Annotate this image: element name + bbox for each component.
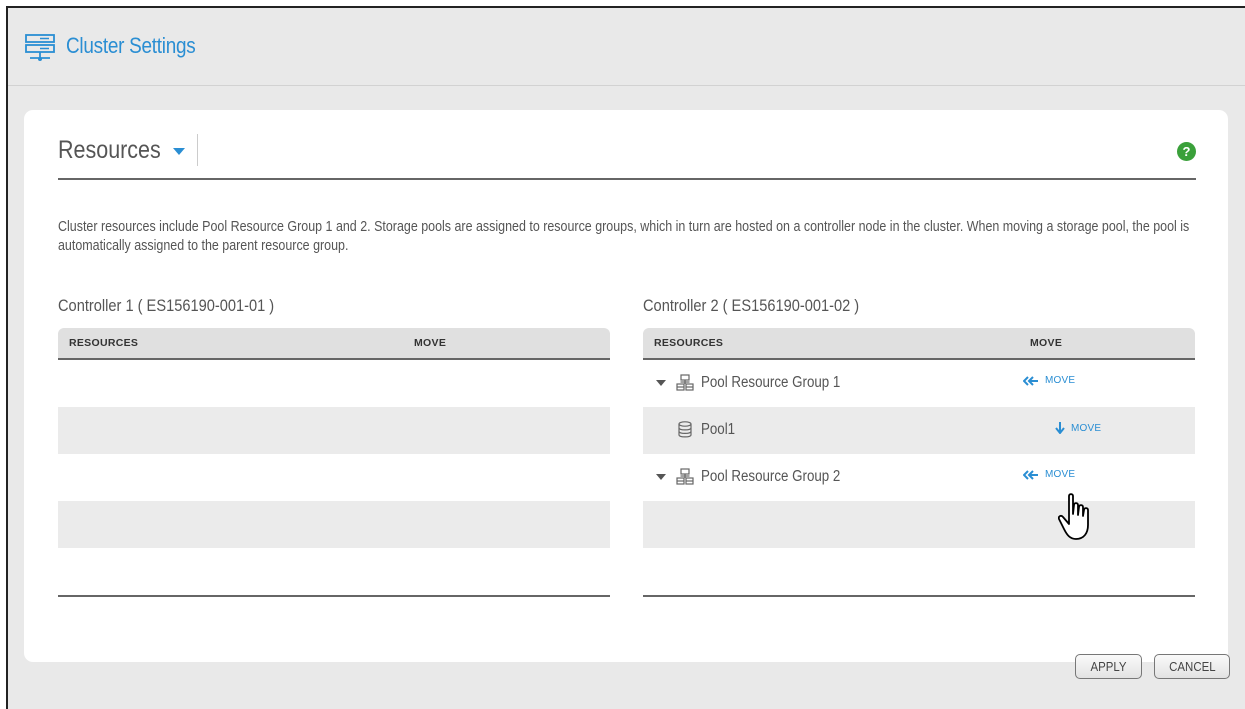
resources-header: Resources ? xyxy=(58,130,1196,180)
resources-card: Resources ? Cluster resources include Po… xyxy=(24,110,1228,662)
controller-title: Controller 1 ( ES156190-001-01 ) xyxy=(58,296,275,315)
table-row xyxy=(58,454,610,501)
header-divider xyxy=(197,134,198,166)
table-row xyxy=(58,360,610,407)
title-bar: Cluster Settings xyxy=(8,8,1245,86)
move-link[interactable]: MOVE xyxy=(1023,469,1075,480)
table-row: Pool Resource Group 1 MOVE xyxy=(643,360,1195,407)
table-row xyxy=(643,548,1195,595)
resource-group-icon xyxy=(676,374,694,391)
apply-button[interactable]: APPLY xyxy=(1075,654,1142,679)
apply-label: APPLY xyxy=(1090,659,1127,674)
resource-label: Pool Resource Group 1 xyxy=(701,374,841,391)
table-row xyxy=(58,501,610,548)
controller-2-panel: Controller 2 ( ES156190-001-02 ) RESOURC… xyxy=(643,294,1195,597)
table-row xyxy=(58,548,610,595)
expand-caret-icon[interactable] xyxy=(656,380,666,386)
resources-table-body: Pool Resource Group 1 MOVE Pool1 MOVE Po… xyxy=(643,360,1195,597)
cluster-settings-window: Cluster Settings Resources ? Cluster res… xyxy=(6,6,1245,709)
cancel-label: CANCEL xyxy=(1168,659,1216,674)
controller-title: Controller 2 ( ES156190-001-02 ) xyxy=(643,296,860,315)
chevron-down-icon[interactable] xyxy=(173,148,185,155)
arrow-down-icon xyxy=(1055,422,1065,434)
controller-1-panel: Controller 1 ( ES156190-001-01 ) RESOURC… xyxy=(58,294,610,597)
resource-label: Pool1 xyxy=(701,421,736,438)
resource-group-icon xyxy=(676,468,694,485)
resources-table-body xyxy=(58,360,610,597)
move-link[interactable]: MOVE xyxy=(1055,422,1101,434)
column-header-resources: RESOURCES xyxy=(654,337,724,349)
cancel-button[interactable]: CANCEL xyxy=(1154,654,1230,679)
move-label[interactable]: MOVE xyxy=(1045,469,1075,480)
table-row xyxy=(58,407,610,454)
column-header-move: MOVE xyxy=(1030,337,1063,349)
table-row: Pool1 MOVE xyxy=(643,407,1195,454)
help-icon[interactable]: ? xyxy=(1177,142,1196,161)
resources-description: Cluster resources include Pool Resource … xyxy=(58,219,1190,254)
column-header-move: MOVE xyxy=(414,337,447,349)
page-title: Cluster Settings xyxy=(66,33,196,58)
hand-pointer-cursor-icon xyxy=(1058,493,1089,540)
resources-dropdown[interactable]: Resources xyxy=(58,136,161,165)
database-icon xyxy=(678,421,692,438)
expand-caret-icon[interactable] xyxy=(656,474,666,480)
column-header-resources: RESOURCES xyxy=(69,337,139,349)
table-header: RESOURCES MOVE xyxy=(58,328,610,360)
table-header: RESOURCES MOVE xyxy=(643,328,1195,360)
server-cluster-icon xyxy=(25,34,55,61)
table-row: Pool Resource Group 2 MOVE xyxy=(643,454,1195,501)
table-row xyxy=(643,501,1195,548)
move-link[interactable]: MOVE xyxy=(1023,375,1075,386)
resource-label: Pool Resource Group 2 xyxy=(701,468,841,485)
move-label[interactable]: MOVE xyxy=(1071,423,1101,434)
double-arrow-left-icon xyxy=(1023,375,1038,386)
double-arrow-left-icon xyxy=(1023,469,1038,480)
move-label[interactable]: MOVE xyxy=(1045,375,1075,386)
